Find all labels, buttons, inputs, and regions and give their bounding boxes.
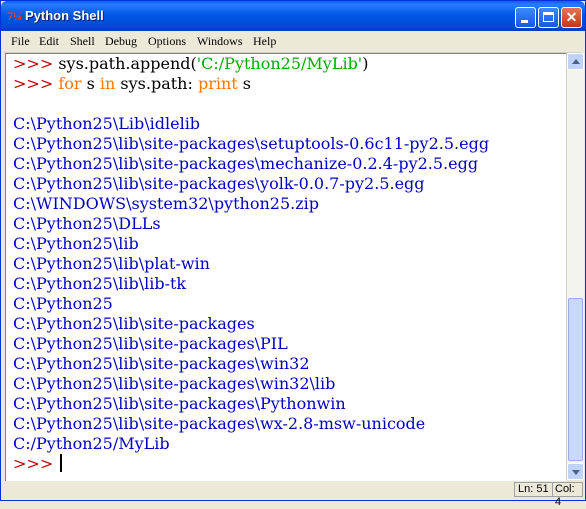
python-icon: 7¼ — [7, 9, 22, 23]
output-line: C:\Python25 — [13, 294, 113, 313]
code-text: ) — [362, 54, 369, 73]
output-line: C:\Python25\DLLs — [13, 214, 161, 233]
menu-options-label: Options — [148, 34, 187, 48]
output-line: C:\Python25\lib\site-packages\mechanize-… — [13, 154, 479, 173]
output-line: C:\Python25\lib\site-packages\Pythonwin — [13, 394, 346, 413]
output-line: C:\Python25\lib\site-packages — [13, 314, 255, 333]
minimize-icon — [521, 20, 528, 23]
menu-shell-label: Shell — [70, 34, 95, 48]
menu-debug[interactable]: Debug — [105, 34, 137, 49]
status-bar: Ln: 51 Col: 4 — [4, 481, 583, 508]
menu-edit[interactable]: Edit — [39, 34, 59, 49]
output-line: C:\Python25\lib — [13, 234, 139, 253]
menu-file-label: File — [11, 34, 30, 48]
output-line: C:\Python25\lib\lib-tk — [13, 274, 187, 293]
window-title: Python Shell — [25, 8, 104, 23]
title-bar[interactable]: 7¼ Python Shell ✕ — [1, 1, 585, 31]
code-text: s — [81, 74, 100, 93]
menu-shell[interactable]: Shell — [70, 34, 95, 49]
menu-edit-label: Edit — [39, 34, 59, 48]
shell-command-line: >>> for s in sys.path: print s — [13, 74, 251, 94]
menu-file[interactable]: File — [11, 34, 30, 49]
output-line: C:\Python25\lib\site-packages\wx-2.8-msw… — [13, 414, 426, 433]
maximize-icon — [543, 12, 554, 22]
output-line: C:\Python25\lib\site-packages\win32\lib — [13, 374, 336, 393]
scroll-down-button[interactable] — [567, 463, 584, 480]
python-shell-window: 7¼ Python Shell ✕ File Edit Shell Debug … — [0, 0, 586, 508]
shell-text-area[interactable]: >>> sys.path.append('C:/Python25/MyLib')… — [5, 53, 566, 481]
output-line: C:\Python25\lib\site-packages\win32 — [13, 354, 310, 373]
scroll-thumb[interactable] — [568, 298, 583, 461]
menu-windows[interactable]: Windows — [197, 34, 243, 49]
menu-help[interactable]: Help — [253, 34, 276, 49]
arrow-down-icon — [572, 470, 580, 475]
menu-windows-label: Windows — [197, 34, 243, 48]
shell-prompt: >>> — [13, 54, 59, 73]
code-text: s — [237, 74, 251, 93]
vertical-scrollbar[interactable] — [566, 53, 584, 480]
shell-prompt: >>> — [13, 74, 59, 93]
output-line: C:\WINDOWS\system32\python25.zip — [13, 194, 319, 213]
output-line: C:\Python25\lib\site-packages\setuptools… — [13, 134, 490, 153]
output-line: C:\Python25\Lib\idlelib — [13, 114, 201, 133]
minimize-button[interactable] — [515, 7, 536, 28]
close-icon: ✕ — [565, 9, 578, 25]
arrow-up-icon — [572, 59, 580, 64]
code-keyword: in — [99, 74, 116, 93]
output-line: C:\Python25\lib\site-packages\PIL — [13, 334, 288, 353]
shell-command-line: >>> sys.path.append('C:/Python25/MyLib') — [13, 54, 368, 74]
menu-help-label: Help — [253, 34, 277, 48]
close-button[interactable]: ✕ — [561, 7, 582, 28]
menu-bar: File Edit Shell Debug Options Windows He… — [4, 31, 582, 53]
output-line: C:\Python25\lib\plat-win — [13, 254, 210, 273]
scroll-up-button[interactable] — [567, 53, 584, 70]
text-cursor — [60, 454, 63, 472]
shell-input-line[interactable]: >>> — [13, 454, 63, 474]
status-column-number: Col: 4 — [552, 482, 583, 508]
code-string: 'C:/Python25/MyLib' — [196, 54, 363, 73]
code-text: sys.path: — [115, 74, 198, 93]
code-keyword: for — [58, 74, 82, 93]
menu-options[interactable]: Options — [148, 34, 186, 49]
maximize-button[interactable] — [538, 7, 559, 28]
shell-prompt: >>> — [13, 454, 59, 473]
code-text: sys.path.append( — [58, 54, 197, 73]
menu-debug-label: Debug — [105, 34, 137, 48]
status-line-number: Ln: 51 — [514, 482, 553, 497]
code-keyword: print — [197, 74, 238, 93]
output-line: C:/Python25/MyLib — [13, 434, 170, 453]
output-line: C:\Python25\lib\site-packages\yolk-0.0.7… — [13, 174, 425, 193]
